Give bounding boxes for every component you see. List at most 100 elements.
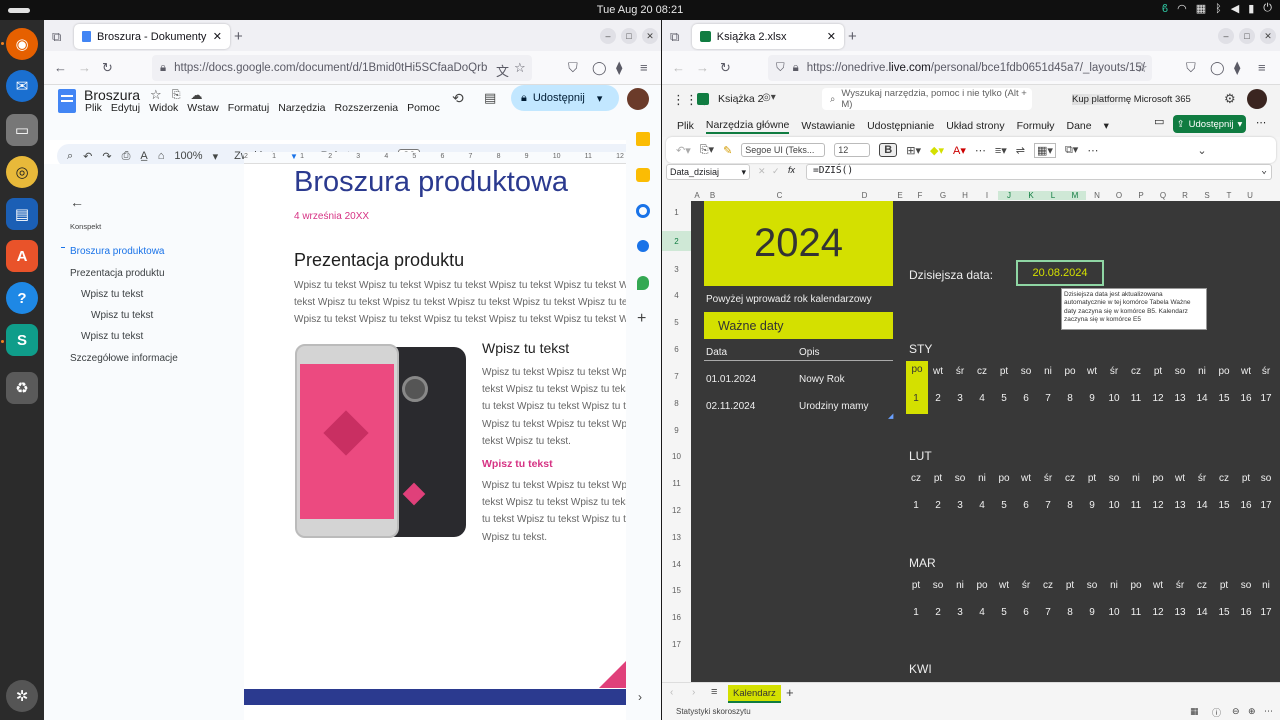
- zoom-select[interactable]: 100%: [174, 150, 202, 162]
- number-format-icon[interactable]: ▦▾: [1034, 142, 1056, 158]
- weekday-cell[interactable]: ni: [1126, 473, 1146, 484]
- weekday-cell[interactable]: po: [1126, 580, 1146, 591]
- weekday-cell[interactable]: cz: [972, 366, 992, 377]
- minimize-icon[interactable]: –: [600, 28, 616, 44]
- weekday-cell[interactable]: ni: [1256, 580, 1276, 591]
- weekday-cell[interactable]: pt: [1236, 473, 1256, 484]
- day-number-cell[interactable]: 3: [950, 393, 970, 404]
- extensions-icon[interactable]: ⧫: [616, 60, 622, 76]
- weekday-cell[interactable]: wt: [1148, 580, 1168, 591]
- tab-formulas[interactable]: Formuły: [1017, 120, 1055, 132]
- day-number-cell[interactable]: 1: [906, 393, 926, 404]
- menu-tools[interactable]: Narzędzia: [278, 102, 325, 114]
- tab-share[interactable]: Udostępnianie: [867, 120, 934, 132]
- column-header[interactable]: M: [1064, 191, 1086, 200]
- column-header[interactable]: U: [1240, 191, 1260, 200]
- day-number-cell[interactable]: 14: [1192, 500, 1212, 511]
- add-sheet-icon[interactable]: +: [786, 685, 794, 700]
- spellcheck-icon[interactable]: A̲: [140, 150, 147, 162]
- row-header[interactable]: 1: [662, 208, 691, 217]
- row-header[interactable]: 6: [662, 345, 691, 354]
- url-bar[interactable]: ⛉ 🔒︎ https://onedrive.live.com/personal/…: [768, 55, 1152, 81]
- system-clock[interactable]: Tue Aug 20 08:21: [0, 4, 1280, 16]
- pocket-icon[interactable]: ⛉: [568, 60, 578, 76]
- weekday-cell[interactable]: śr: [1192, 473, 1212, 484]
- outline-item[interactable]: Wpisz tu tekst: [81, 331, 143, 342]
- more-font-icon[interactable]: ⋯: [975, 144, 986, 157]
- workbook-name[interactable]: Książka 2: [718, 93, 764, 105]
- account-icon[interactable]: ◯: [592, 60, 607, 76]
- tab-page-layout[interactable]: Układ strony: [946, 120, 1004, 132]
- day-number-cell[interactable]: 9: [1082, 607, 1102, 618]
- column-header[interactable]: C: [722, 191, 837, 200]
- weekday-cell[interactable]: śr: [950, 366, 970, 377]
- promo-link[interactable]: Kup platformę Microsoft 365: [1072, 94, 1191, 105]
- day-number-cell[interactable]: 12: [1148, 500, 1168, 511]
- close-window-icon[interactable]: ✕: [1260, 28, 1276, 44]
- column-header[interactable]: D: [837, 191, 892, 200]
- extensions-icon[interactable]: ⧫: [1234, 60, 1240, 76]
- avatar[interactable]: [627, 88, 649, 110]
- column-header[interactable]: E: [892, 191, 908, 200]
- weekday-cell[interactable]: so: [928, 580, 948, 591]
- font-select[interactable]: Segoe UI (Teks...: [741, 143, 826, 157]
- account-icon[interactable]: ◯: [1210, 60, 1225, 76]
- maximize-icon[interactable]: □: [621, 28, 637, 44]
- tab-overview-icon[interactable]: ⧉: [52, 29, 61, 45]
- day-number-cell[interactable]: 15: [1214, 500, 1234, 511]
- day-number-cell[interactable]: 13: [1170, 607, 1190, 618]
- day-number-cell[interactable]: 17: [1256, 393, 1276, 404]
- prev-sheet-icon[interactable]: ‹: [670, 687, 673, 698]
- more-status-icon[interactable]: ⋯: [1264, 706, 1273, 717]
- day-number-cell[interactable]: 10: [1104, 500, 1124, 511]
- weekday-cell[interactable]: ni: [1104, 580, 1124, 591]
- day-number-cell[interactable]: 10: [1104, 393, 1124, 404]
- thunderbird-icon[interactable]: ✉: [6, 70, 38, 102]
- chevron-down-icon[interactable]: ▾: [213, 150, 219, 163]
- column-header[interactable]: N: [1086, 191, 1108, 200]
- column-header[interactable]: R: [1174, 191, 1196, 200]
- show-apps-icon[interactable]: ✲: [6, 680, 38, 712]
- spreadsheet-grid[interactable]: ABCDEFGHIJKLMNOPQRSTU 1 2 3 4 5 6 7 8 9 10 11 12 13 1…: [662, 190, 1280, 682]
- weekday-cell[interactable]: pt: [1060, 580, 1080, 591]
- reload-icon[interactable]: ↻: [720, 60, 731, 76]
- history-icon[interactable]: ⟲: [452, 90, 464, 107]
- column-header[interactable]: F: [908, 191, 932, 200]
- star-icon[interactable]: ☆: [150, 87, 162, 103]
- day-number-cell[interactable]: 13: [1170, 393, 1190, 404]
- cloud-status-icon[interactable]: ☁: [191, 88, 203, 102]
- column-header[interactable]: S: [1196, 191, 1218, 200]
- column-header[interactable]: T: [1218, 191, 1240, 200]
- day-number-cell[interactable]: 5: [994, 500, 1014, 511]
- maps-icon[interactable]: [637, 276, 649, 290]
- paint-format-icon[interactable]: ⌂: [158, 150, 165, 162]
- autosave-icon[interactable]: ◎▾: [762, 92, 776, 103]
- weekday-cell[interactable]: śr: [1170, 580, 1190, 591]
- new-tab-icon[interactable]: +: [234, 28, 243, 45]
- bold-button[interactable]: B: [879, 143, 898, 157]
- weekday-cell[interactable]: po: [1214, 366, 1234, 377]
- surfshark-icon[interactable]: S: [6, 324, 38, 356]
- menu-view[interactable]: Widok: [149, 102, 178, 114]
- weekday-cell[interactable]: wt: [994, 580, 1014, 591]
- reload-icon[interactable]: ↻: [102, 60, 113, 76]
- menu-insert[interactable]: Wstaw: [187, 102, 219, 114]
- search-box[interactable]: ⌕ Wyszukaj narzędzia, pomoc i nie tylko …: [822, 88, 1032, 110]
- day-number-cell[interactable]: 15: [1214, 393, 1234, 404]
- weekday-cell[interactable]: so: [1082, 580, 1102, 591]
- weekday-cell[interactable]: po: [1148, 473, 1168, 484]
- tab-docs[interactable]: Broszura - Dokumenty Go ✕: [74, 24, 230, 49]
- menu-file[interactable]: Plik: [85, 102, 102, 114]
- translate-icon[interactable]: 文: [496, 61, 509, 80]
- day-number-cell[interactable]: 8: [1060, 500, 1080, 511]
- row-header[interactable]: 5: [662, 318, 691, 327]
- day-number-cell[interactable]: 2: [928, 393, 948, 404]
- menu-icon[interactable]: ≡: [1258, 60, 1266, 75]
- zoom-in-icon[interactable]: ⊕: [1248, 706, 1256, 717]
- outline-item[interactable]: Wpisz tu tekst: [81, 289, 143, 300]
- minimize-icon[interactable]: –: [1218, 28, 1234, 44]
- day-number-cell[interactable]: 7: [1038, 607, 1058, 618]
- weekday-cell[interactable]: so: [1256, 473, 1276, 484]
- day-number-cell[interactable]: 16: [1236, 607, 1256, 618]
- table-resize-handle-icon[interactable]: ◢: [888, 412, 893, 420]
